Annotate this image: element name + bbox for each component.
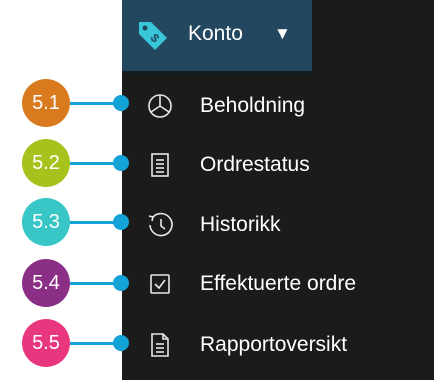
chevron-down-icon: ▼ (274, 24, 291, 43)
callout-connector-dot (113, 335, 129, 351)
callout-badge: 5.2 (22, 139, 70, 187)
report-document-icon (151, 333, 169, 357)
document-list-icon (151, 153, 169, 177)
menu-item-label: Historikk (200, 213, 281, 236)
menu-item-label: Ordrestatus (200, 153, 310, 176)
callout-connector-dot (113, 214, 129, 230)
callout-5-1: 5.1 (0, 79, 130, 127)
checkbox-checked-icon (150, 274, 170, 294)
menu-item-label: Rapportoversikt (200, 333, 348, 356)
menu-item-rapportoversikt[interactable]: Rapportoversikt (122, 315, 434, 375)
tag-dollar-icon: $ (139, 22, 167, 50)
callout-connector-dot (113, 275, 129, 291)
menu-item-historikk[interactable]: Historikk (122, 195, 434, 255)
callout-badge: 5.5 (22, 319, 70, 367)
callout-connector-dot (113, 155, 129, 171)
history-clock-icon (148, 212, 173, 237)
callout-badge: 5.1 (22, 79, 70, 127)
menu-item-label: Beholdning (200, 94, 306, 117)
callout-5-2: 5.2 (0, 139, 130, 187)
account-menu-button[interactable]: $ Konto ▼ (122, 0, 312, 73)
callout-connector-dot (113, 95, 129, 111)
callout-5-3: 5.3 (0, 198, 130, 246)
pie-chart-icon (148, 94, 172, 118)
callout-5-4: 5.4 (0, 259, 130, 307)
menu-item-effektuerte-ordre[interactable]: Effektuerte ordre (122, 254, 434, 314)
callout-badge: 5.3 (22, 198, 70, 246)
menu-item-beholdning[interactable]: Beholdning (122, 76, 434, 136)
menu-item-label: Effektuerte ordre (200, 272, 357, 295)
callout-5-5: 5.5 (0, 319, 130, 367)
menu-item-ordrestatus[interactable]: Ordrestatus (122, 135, 434, 195)
account-menu-label: Konto (188, 22, 243, 45)
callout-badge: 5.4 (22, 259, 70, 307)
